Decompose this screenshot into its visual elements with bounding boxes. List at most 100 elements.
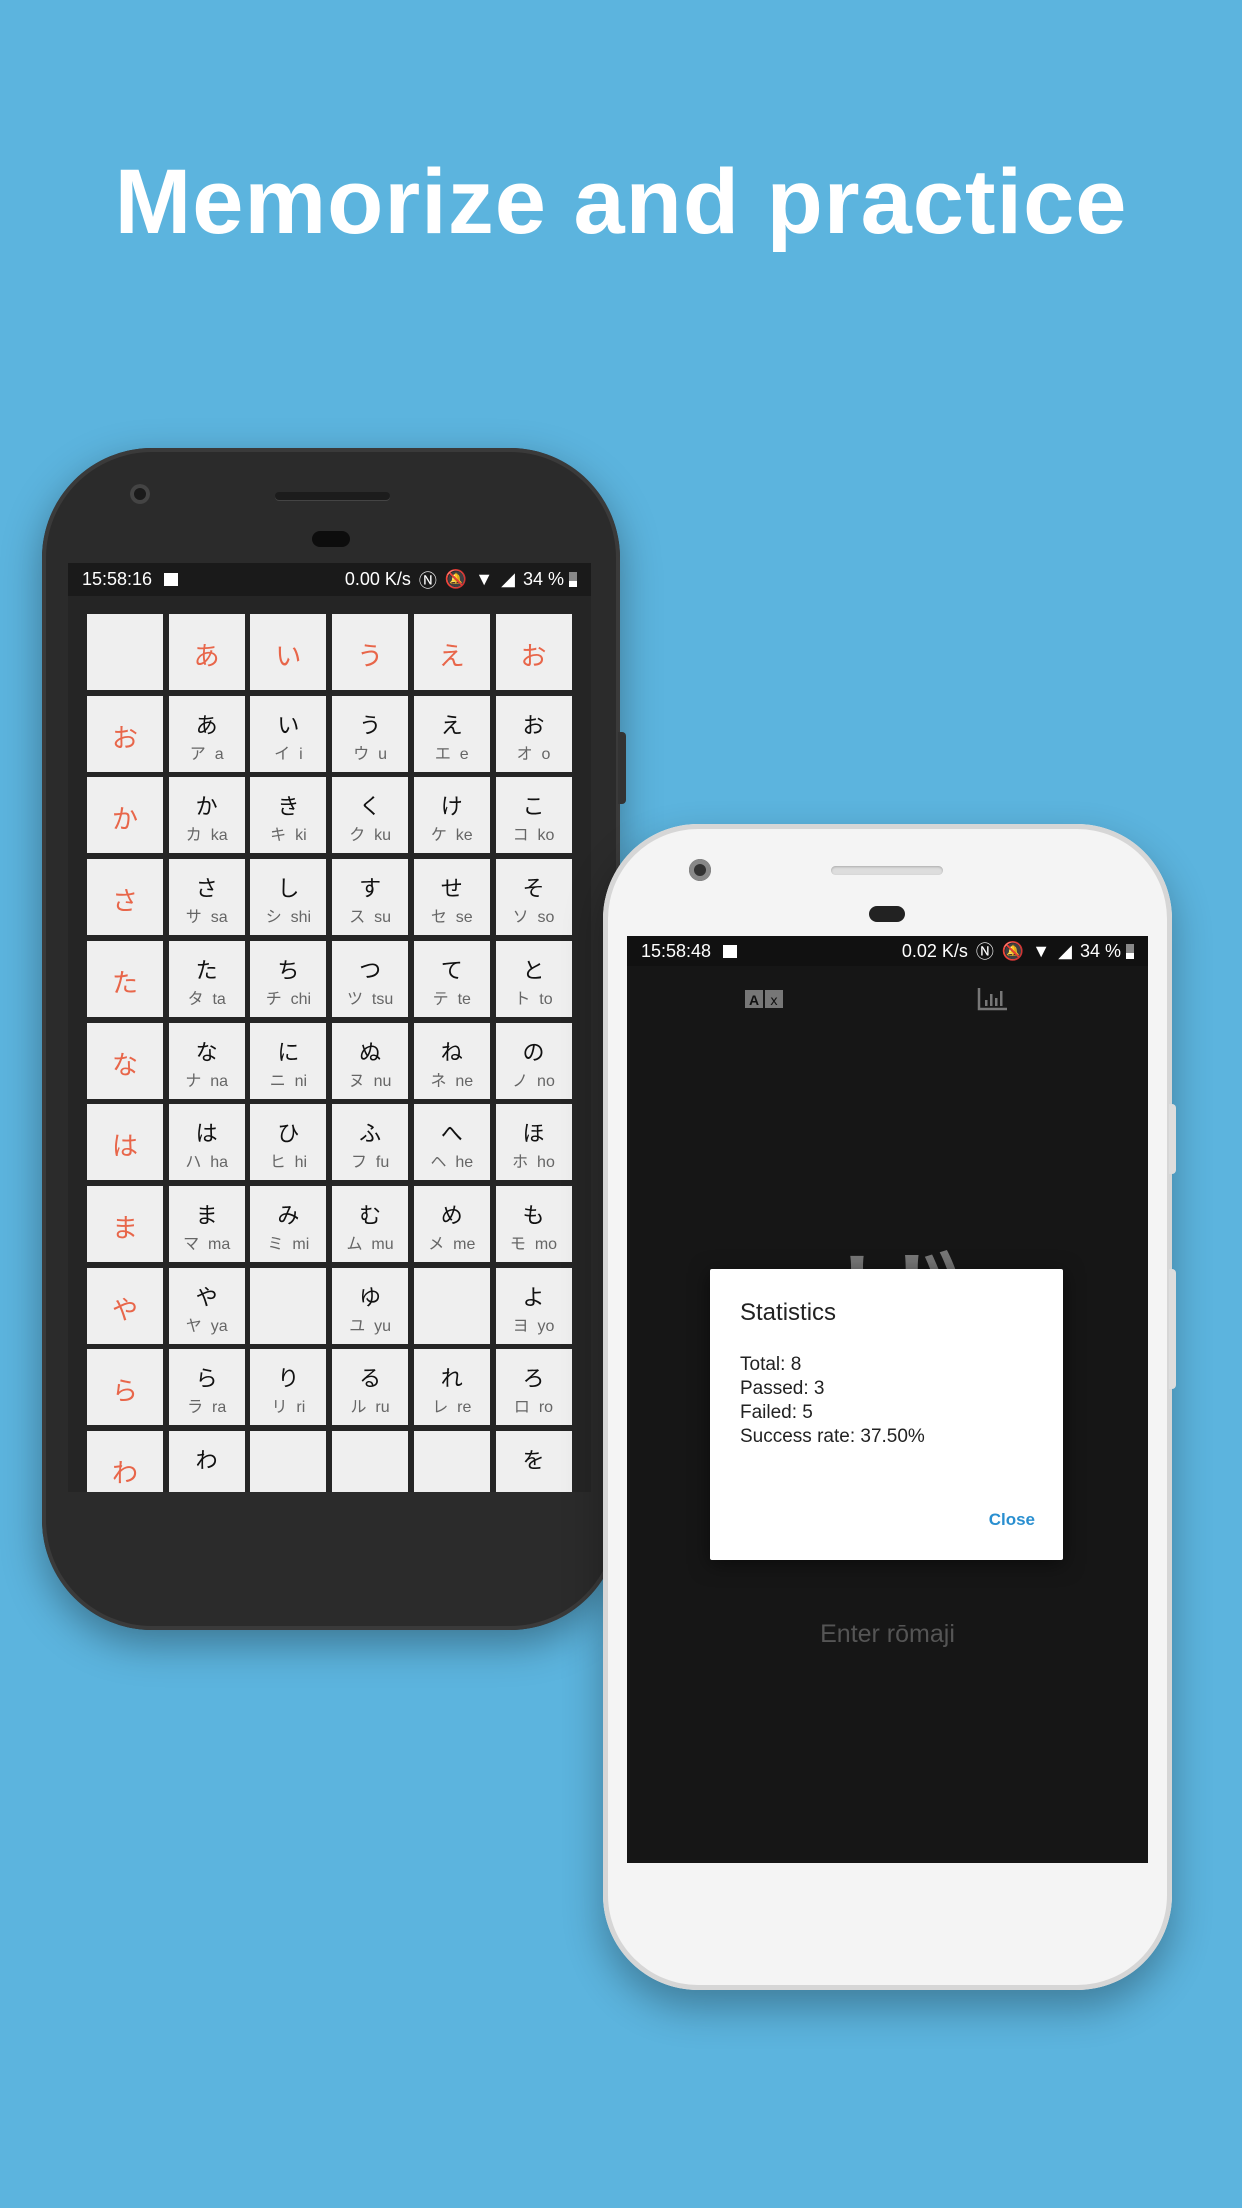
close-button[interactable]: Close xyxy=(989,1510,1035,1530)
katakana-romaji: イ i xyxy=(250,740,326,764)
row-header-label: さ xyxy=(111,886,138,917)
svg-text:A: A xyxy=(749,992,759,1008)
kana-cell[interactable]: わ xyxy=(168,1431,245,1492)
katakana-romaji: ル ru xyxy=(332,1393,408,1417)
hiragana: わ xyxy=(195,1448,218,1473)
katakana: メ xyxy=(428,1235,445,1253)
romaji: to xyxy=(539,990,553,1008)
hiragana: え xyxy=(440,712,463,738)
kana-cell[interactable]: くク ku xyxy=(332,777,409,854)
katakana: ニ xyxy=(269,1072,286,1090)
kana-cell[interactable]: ゆユ yu xyxy=(332,1267,409,1344)
kana-cell[interactable]: はハ ha xyxy=(168,1104,245,1181)
stat-failed: Failed: 5 xyxy=(740,1402,813,1423)
kana-cell[interactable]: とト to xyxy=(495,940,572,1017)
katakana: ホ xyxy=(512,1154,529,1172)
katakana-romaji: ヌ nu xyxy=(332,1067,408,1091)
kana-cell[interactable]: へヘ he xyxy=(413,1104,490,1181)
kana-cell[interactable]: なナ na xyxy=(168,1022,245,1099)
kana-cell[interactable]: ちチ chi xyxy=(250,940,327,1017)
romaji-input[interactable]: Enter rōmaji xyxy=(627,1620,1148,1649)
hiragana: け xyxy=(440,794,463,820)
kana-cell[interactable]: てテ te xyxy=(413,940,490,1017)
kana-cell[interactable]: ひヒ hi xyxy=(250,1104,327,1181)
bar-chart-icon[interactable] xyxy=(977,986,1009,1012)
kana-cell[interactable]: えエ e xyxy=(413,695,490,772)
kana-cell[interactable]: けケ ke xyxy=(413,777,490,854)
empty-cell xyxy=(413,1267,490,1344)
headline: Memorize and practice xyxy=(114,151,1128,253)
hiragana: め xyxy=(440,1202,463,1228)
katakana-romaji: ト to xyxy=(496,985,572,1009)
katakana: エ xyxy=(434,745,451,763)
katakana: ケ xyxy=(430,827,447,845)
kana-cell[interactable]: まマ ma xyxy=(168,1185,245,1262)
image-notification-icon xyxy=(723,944,738,958)
katakana-romaji: キ ki xyxy=(250,821,326,845)
katakana-romaji: ナ na xyxy=(169,1067,245,1091)
kana-cell[interactable]: いイ i xyxy=(250,695,327,772)
katakana: セ xyxy=(430,909,447,927)
romaji: re xyxy=(457,1399,472,1417)
kana-cell[interactable]: たタ ta xyxy=(168,940,245,1017)
kana-cell[interactable]: のノ no xyxy=(495,1022,572,1099)
katakana: ツ xyxy=(346,990,363,1008)
kana-cell[interactable]: こコ ko xyxy=(495,777,572,854)
hiragana: や xyxy=(195,1284,218,1310)
signal-icon: ◢ xyxy=(501,569,515,589)
kana-cell[interactable]: すス su xyxy=(332,859,409,936)
hiragana: る xyxy=(359,1366,382,1392)
kana-cell[interactable]: ぬヌ nu xyxy=(332,1022,409,1099)
kana-cell[interactable]: ほホ ho xyxy=(495,1104,572,1181)
katakana: シ xyxy=(265,909,282,927)
bell-off-icon: 🔕 xyxy=(444,569,468,589)
kana-cell[interactable]: めメ me xyxy=(413,1185,490,1262)
hiragana: ふ xyxy=(359,1121,382,1147)
kana-cell[interactable]: さサ sa xyxy=(168,859,245,936)
kana-cell[interactable]: むム mu xyxy=(332,1185,409,1262)
kana-cell[interactable]: みミ mi xyxy=(250,1185,327,1262)
row-header: お xyxy=(87,695,163,772)
translate-icon[interactable]: A x xyxy=(745,988,785,1010)
kana-cell[interactable]: きキ ki xyxy=(250,777,327,854)
kana-cell[interactable]: ろロ ro xyxy=(495,1349,572,1426)
katakana: カ xyxy=(185,827,202,845)
romaji: chi xyxy=(290,990,312,1008)
kana-cell[interactable]: やヤ ya xyxy=(168,1267,245,1344)
kana-cell[interactable]: を xyxy=(495,1431,572,1492)
kana-cell[interactable]: ふフ fu xyxy=(332,1104,409,1181)
battery-percent: 34 % xyxy=(522,569,564,589)
kana-cell[interactable]: おオ o xyxy=(495,695,572,772)
kana-cell[interactable]: もモ mo xyxy=(495,1185,572,1262)
kana-cell[interactable]: あア a xyxy=(168,695,245,772)
hiragana: へ xyxy=(440,1121,463,1147)
sensor xyxy=(312,531,350,547)
kana-cell[interactable]: らラ ra xyxy=(168,1349,245,1426)
dialog-title: Statistics xyxy=(740,1299,837,1326)
romaji: fu xyxy=(375,1154,390,1172)
kana-cell[interactable]: にニ ni xyxy=(250,1022,327,1099)
hiragana: う xyxy=(359,712,382,738)
row-header: わ xyxy=(87,1431,163,1492)
kana-cell[interactable]: そソ so xyxy=(495,859,572,936)
kana-cell[interactable]: しシ shi xyxy=(250,859,327,936)
hiragana: に xyxy=(277,1039,300,1065)
kana-cell[interactable]: つツ tsu xyxy=(332,940,409,1017)
bell-off-icon: 🔕 xyxy=(1001,940,1025,961)
katakana: イ xyxy=(274,745,291,763)
kana-cell[interactable]: うウ u xyxy=(332,695,409,772)
kana-cell[interactable]: せセ se xyxy=(413,859,490,936)
hiragana: ち xyxy=(277,957,300,983)
romaji: o xyxy=(541,745,551,763)
katakana-romaji: ハ ha xyxy=(169,1148,245,1172)
kana-cell[interactable]: れレ re xyxy=(413,1349,490,1426)
kana-cell[interactable]: よヨ yo xyxy=(495,1267,572,1344)
kana-cell[interactable]: るル ru xyxy=(332,1349,409,1426)
volume-button xyxy=(1169,1269,1176,1389)
kana-cell[interactable]: りリ ri xyxy=(250,1349,327,1426)
romaji: hi xyxy=(294,1154,308,1172)
kana-cell[interactable]: かカ ka xyxy=(168,777,245,854)
column-header-label: い xyxy=(275,641,302,671)
row-header-label: な xyxy=(111,1049,138,1080)
kana-cell[interactable]: ねネ ne xyxy=(413,1022,490,1099)
